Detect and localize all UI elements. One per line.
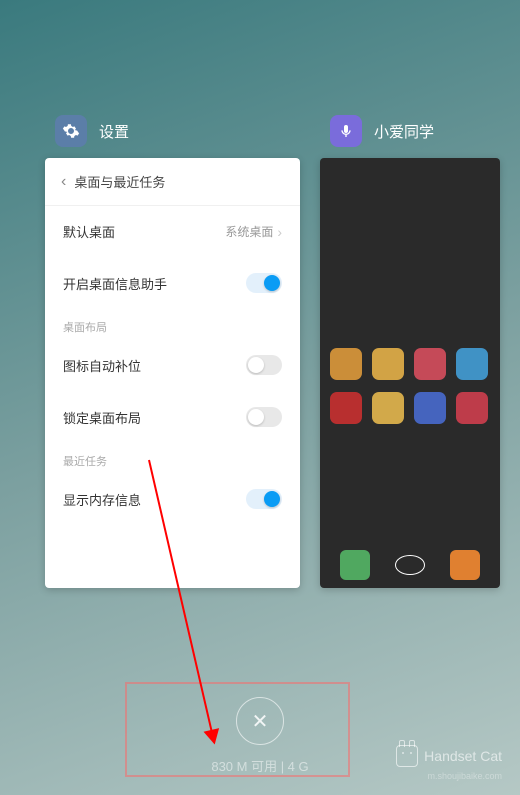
home-app-icon <box>456 348 488 380</box>
home-app-icon <box>456 392 488 424</box>
dock-app-icon <box>450 550 480 580</box>
section-recent-title: 最近任务 <box>45 443 300 473</box>
setting-label: 显示内存信息 <box>63 490 141 509</box>
setting-label: 锁定桌面布局 <box>63 408 141 427</box>
setting-value: 系统桌面 <box>225 223 282 240</box>
recent-app-card-settings[interactable]: ‹ 桌面与最近任务 默认桌面 系统桌面 开启桌面信息助手 桌面布局 图标自动补位… <box>45 158 300 588</box>
home-screen-grid <box>330 348 490 424</box>
gear-icon <box>62 122 80 140</box>
dock-app-icon <box>340 550 370 580</box>
xiaoai-app-icon <box>330 115 362 147</box>
mic-icon <box>338 123 354 139</box>
settings-page-header: ‹ 桌面与最近任务 <box>45 158 300 206</box>
setting-lock-layout[interactable]: 锁定桌面布局 <box>45 391 300 443</box>
home-app-icon <box>414 348 446 380</box>
setting-default-launcher[interactable]: 默认桌面 系统桌面 <box>45 206 300 257</box>
back-chevron-icon[interactable]: ‹ <box>61 173 66 191</box>
recent-app-header-settings[interactable]: 设置 <box>55 115 129 147</box>
recent-app-header-xiaoai[interactable]: 小爱同学 <box>330 115 434 147</box>
recent-app-card-xiaoai[interactable] <box>320 158 500 588</box>
home-app-icon <box>414 392 446 424</box>
home-app-icon <box>330 348 362 380</box>
clear-all-button[interactable]: ✕ <box>236 697 284 745</box>
watermark: Handset Cat <box>396 745 502 767</box>
watermark-url: m.shoujibaike.com <box>427 771 502 781</box>
toggle-switch-on[interactable] <box>246 273 282 293</box>
xiaoai-app-title: 小爱同学 <box>374 121 434 142</box>
home-app-icon <box>372 392 404 424</box>
home-indicator-icon <box>395 555 425 575</box>
close-icon: ✕ <box>252 709 269 734</box>
settings-app-icon <box>55 115 87 147</box>
toggle-switch-on[interactable] <box>246 489 282 509</box>
setting-auto-fill[interactable]: 图标自动补位 <box>45 339 300 391</box>
toggle-switch-off[interactable] <box>246 355 282 375</box>
memory-status-text: 830 M 可用 | 4 G <box>211 756 308 775</box>
setting-label: 开启桌面信息助手 <box>63 274 167 293</box>
home-app-icon <box>330 392 362 424</box>
setting-label: 图标自动补位 <box>63 356 141 375</box>
settings-app-title: 设置 <box>99 121 129 142</box>
setting-label: 默认桌面 <box>63 222 115 241</box>
watermark-brand: Handset Cat <box>424 748 502 764</box>
toggle-switch-off[interactable] <box>246 407 282 427</box>
cat-logo-icon <box>396 745 418 767</box>
setting-show-memory[interactable]: 显示内存信息 <box>45 473 300 525</box>
setting-info-assistant[interactable]: 开启桌面信息助手 <box>45 257 300 309</box>
settings-page-title: 桌面与最近任务 <box>74 172 165 191</box>
home-app-icon <box>372 348 404 380</box>
home-dock <box>328 550 492 580</box>
section-layout-title: 桌面布局 <box>45 309 300 339</box>
